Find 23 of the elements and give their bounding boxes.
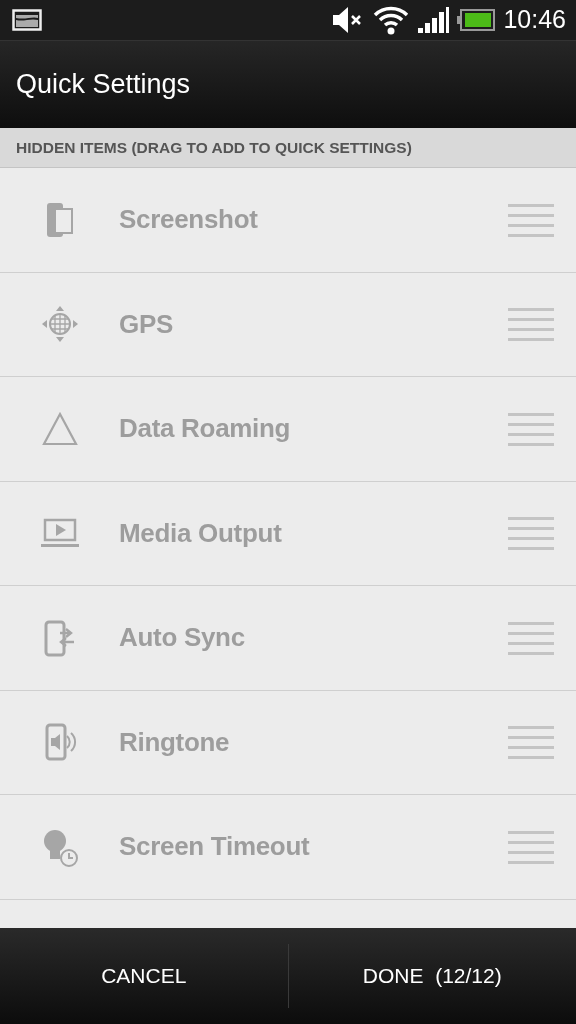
wifi-icon — [373, 5, 410, 35]
drag-handle-icon[interactable] — [508, 516, 554, 551]
drag-handle-icon[interactable] — [508, 411, 554, 446]
screen-title: Quick Settings — [16, 68, 191, 102]
section-header: HIDDEN ITEMS (DRAG TO ADD TO QUICK SETTINGS) — [16, 137, 412, 158]
drag-handle-icon[interactable] — [508, 202, 554, 237]
cancel-button[interactable]: CANCEL — [0, 928, 288, 1024]
item-label: Ringtone — [119, 725, 230, 759]
item-label: Screenshot — [119, 203, 258, 237]
item-label: Media Output — [119, 516, 282, 550]
drag-handle-icon[interactable] — [508, 725, 554, 760]
item-label: Data Roaming — [119, 412, 291, 446]
gallery-icon — [12, 9, 42, 31]
item-label: Screen Timeout — [119, 830, 310, 864]
drag-handle-icon[interactable] — [508, 620, 554, 655]
item-label: GPS — [119, 307, 173, 341]
battery-icon — [457, 9, 496, 31]
clock-time: 10:46 — [503, 4, 566, 36]
drag-handle-icon[interactable] — [508, 307, 554, 342]
drag-handle-icon[interactable] — [508, 829, 554, 864]
done-button[interactable]: DONE (12/12) — [288, 928, 576, 1024]
signal-icon — [417, 6, 450, 34]
item-label: Auto Sync — [119, 621, 245, 655]
